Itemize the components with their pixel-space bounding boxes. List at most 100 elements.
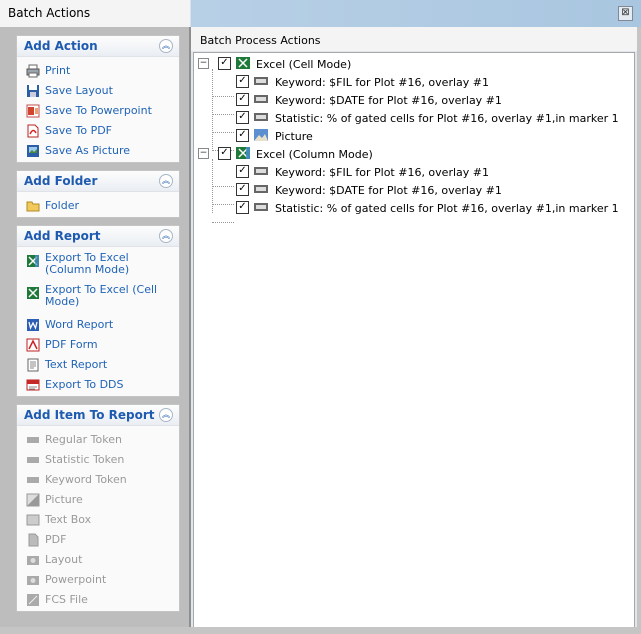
- right-panel: Batch Process Actions − ✓ Excel (Cell Mo…: [191, 27, 637, 634]
- token-icon: [27, 477, 39, 483]
- action-save-layout[interactable]: Save Layout: [17, 81, 179, 101]
- action-label: Export To Excel (Cell Mode): [45, 283, 158, 308]
- pdf-page-icon: [28, 533, 39, 547]
- collapse-chevron-icon[interactable]: ︽: [159, 39, 173, 53]
- node-checkbox[interactable]: ✓: [218, 147, 231, 160]
- action-export-excel-cell[interactable]: Export To Excel (Cell Mode): [17, 283, 179, 315]
- group-title: Add Item To Report: [24, 408, 155, 422]
- powerpoint-icon: [26, 104, 40, 118]
- item-regular-token: Regular Token: [17, 430, 179, 450]
- action-label: PDF Form: [45, 338, 98, 351]
- floppy-disk-icon: [27, 85, 39, 97]
- action-label: Powerpoint: [45, 573, 107, 586]
- excel-icon: [236, 57, 250, 69]
- item-picture: Picture: [17, 490, 179, 510]
- action-label: Picture: [45, 493, 83, 506]
- left-panel: Add Action ︽ Print Save Layout Save To P…: [0, 27, 191, 627]
- token-icon: [254, 167, 268, 175]
- window-title: Batch Actions: [8, 6, 91, 20]
- action-word-report[interactable]: Word Report: [17, 315, 179, 335]
- token-icon: [254, 77, 268, 85]
- action-label: PDF: [45, 533, 67, 546]
- action-label: Export To DDS: [45, 378, 124, 391]
- folder-icon: [26, 201, 40, 212]
- action-pdf-form[interactable]: PDF Form: [17, 335, 179, 355]
- action-label: Save Layout: [45, 84, 113, 97]
- group-title: Add Report: [24, 229, 101, 243]
- child-checkbox[interactable]: ✓: [236, 129, 249, 142]
- item-powerpoint: Powerpoint: [17, 570, 179, 590]
- text-report-icon: [27, 358, 39, 372]
- token-icon: [254, 113, 268, 121]
- bottom-border: [0, 627, 641, 634]
- action-label: Export To Excel (Column Mode): [45, 251, 130, 276]
- tree-connector: [212, 222, 234, 223]
- collapse-toggle[interactable]: −: [198, 58, 209, 69]
- group-header-add-folder[interactable]: Add Folder ︽: [17, 171, 179, 192]
- tree-connector: [212, 204, 234, 205]
- tree-connector: [212, 186, 234, 187]
- child-label: Keyword: $DATE for Plot #16, overlay #1: [275, 94, 502, 107]
- child-checkbox[interactable]: ✓: [236, 111, 249, 124]
- item-pdf: PDF: [17, 530, 179, 550]
- action-label: Save To PDF: [45, 124, 113, 137]
- action-label: Regular Token: [45, 433, 122, 446]
- close-button[interactable]: ⊠: [618, 6, 633, 21]
- collapse-chevron-icon[interactable]: ︽: [159, 408, 173, 422]
- action-export-dds[interactable]: Export To DDS: [17, 375, 179, 395]
- child-label: Keyword: $FIL for Plot #16, overlay #1: [275, 166, 489, 179]
- group-header-add-item[interactable]: Add Item To Report ︽: [17, 405, 179, 426]
- pdf-icon: [27, 124, 39, 138]
- powerpoint-gray-icon: [27, 576, 39, 585]
- token-icon: [254, 185, 268, 193]
- tree-connector: [212, 96, 234, 97]
- action-label: Keyword Token: [45, 473, 127, 486]
- action-label: Text Box: [45, 513, 92, 526]
- action-label: Text Report: [45, 358, 108, 371]
- action-save-as-picture[interactable]: Save As Picture: [17, 141, 179, 161]
- action-label: Layout: [45, 553, 83, 566]
- token-icon: [27, 437, 39, 443]
- action-export-excel-column[interactable]: Export To Excel (Column Mode): [17, 251, 179, 283]
- group-title: Add Folder: [24, 174, 98, 188]
- item-keyword-token: Keyword Token: [17, 470, 179, 490]
- action-label: Print: [45, 64, 71, 77]
- tree-connector: [212, 114, 234, 115]
- child-checkbox[interactable]: ✓: [236, 201, 249, 214]
- group-add-action: Add Action ︽ Print Save Layout Save To P…: [16, 35, 180, 163]
- child-checkbox[interactable]: ✓: [236, 165, 249, 178]
- action-print[interactable]: Print: [17, 61, 179, 81]
- collapse-toggle[interactable]: −: [198, 148, 209, 159]
- panel-title: Batch Process Actions: [200, 34, 321, 47]
- action-label: Folder: [45, 199, 79, 212]
- action-text-report[interactable]: Text Report: [17, 355, 179, 375]
- fcs-file-icon: [27, 594, 39, 606]
- child-label: Picture: [275, 130, 313, 143]
- child-checkbox[interactable]: ✓: [236, 183, 249, 196]
- item-text-box: Text Box: [17, 510, 179, 530]
- collapse-chevron-icon[interactable]: ︽: [159, 229, 173, 243]
- picture-icon: [26, 493, 40, 507]
- action-save-to-pdf[interactable]: Save To PDF: [17, 121, 179, 141]
- item-fcs-file: FCS File: [17, 590, 179, 610]
- layout-icon: [27, 556, 39, 565]
- child-checkbox[interactable]: ✓: [236, 75, 249, 88]
- group-add-report: Add Report ︽ Export To Excel (Column Mod…: [16, 225, 180, 397]
- word-icon: [27, 319, 39, 331]
- excel-column-icon: [27, 255, 39, 267]
- action-save-to-powerpoint[interactable]: Save To Powerpoint: [17, 101, 179, 121]
- collapse-chevron-icon[interactable]: ︽: [159, 174, 173, 188]
- child-checkbox[interactable]: ✓: [236, 93, 249, 106]
- node-checkbox[interactable]: ✓: [218, 57, 231, 70]
- tree-connector: [212, 69, 213, 151]
- action-label: Word Report: [45, 318, 114, 331]
- panel-header: Batch Process Actions: [191, 27, 637, 51]
- action-label: Save To Powerpoint: [45, 104, 152, 117]
- batch-tree[interactable]: − ✓ Excel (Cell Mode) ✓ Keyword: $FIL fo…: [193, 52, 635, 634]
- action-label: Statistic Token: [45, 453, 125, 466]
- group-header-add-report[interactable]: Add Report ︽: [17, 226, 179, 247]
- node-label: Excel (Column Mode): [256, 148, 373, 161]
- group-header-add-action[interactable]: Add Action ︽: [17, 36, 179, 57]
- action-folder[interactable]: Folder: [17, 196, 179, 216]
- printer-icon: [26, 64, 40, 78]
